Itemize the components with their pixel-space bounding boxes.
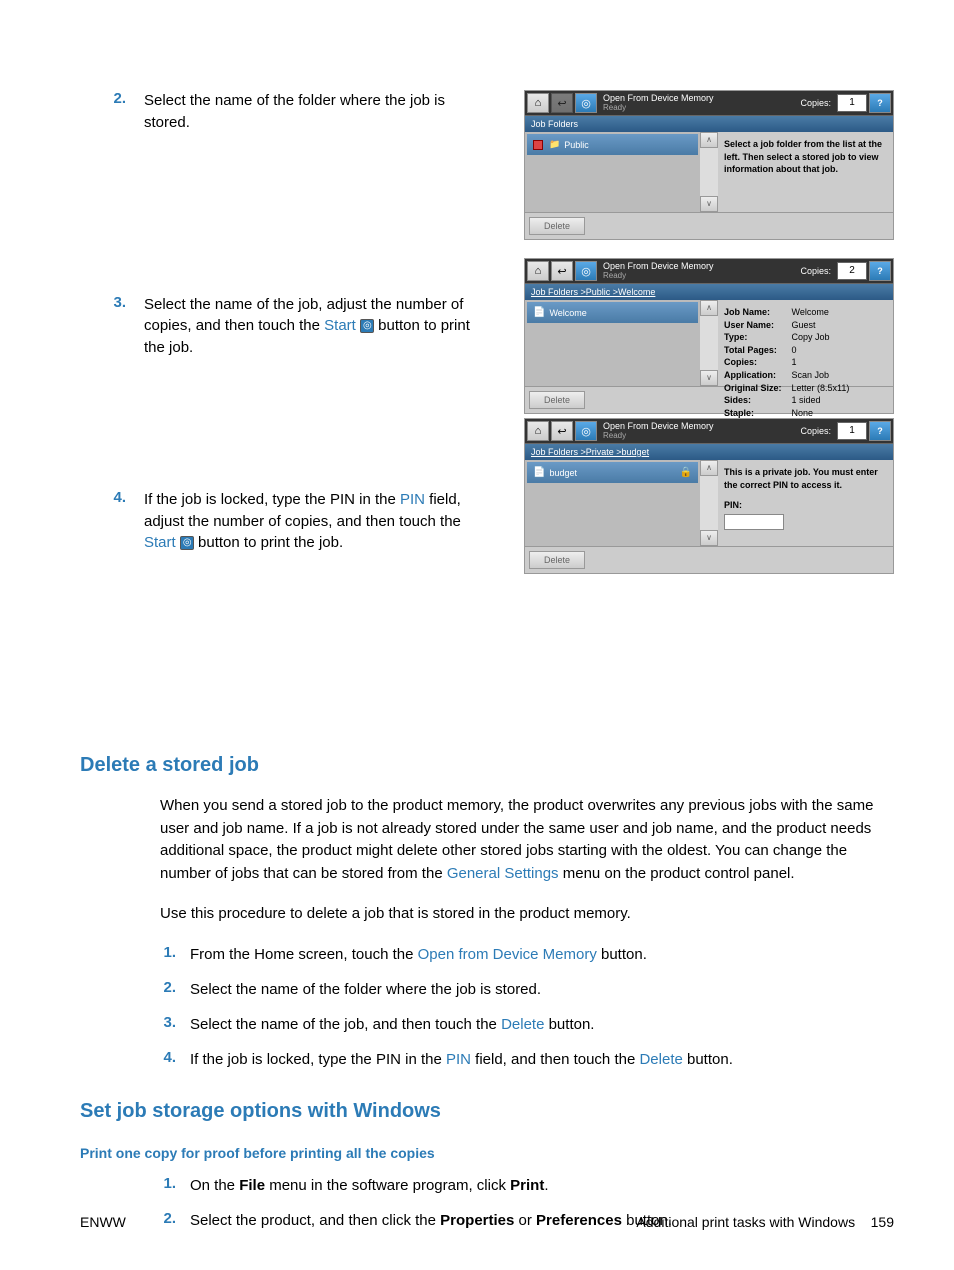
device-panel-3: ⌂ ↩ ◎ Open From Device MemoryReady Copie… (524, 418, 894, 574)
delete-button[interactable]: Delete (529, 391, 585, 409)
section-heading: Delete a stored job (80, 754, 894, 777)
folder-item[interactable]: 📁Public (527, 134, 698, 155)
footer-right: Additional print tasks with Windows 159 (636, 1214, 894, 1230)
device-panel-1: ⌂ ↩ ◎ Open From Device MemoryReady Copie… (524, 90, 894, 240)
job-item[interactable]: Welcome (527, 302, 698, 323)
copies-label: Copies: (800, 266, 831, 276)
step-num: 3. (104, 294, 144, 359)
info-text: Select a job folder from the list at the… (724, 138, 887, 206)
scrollbar[interactable]: ∧∨ (700, 300, 718, 386)
panel-title: Open From Device MemoryReady (603, 422, 798, 441)
start-icon (180, 536, 194, 550)
start-icon[interactable]: ◎ (575, 93, 597, 113)
back-icon[interactable]: ↩ (551, 93, 573, 113)
pin-input[interactable] (724, 514, 784, 530)
help-icon[interactable]: ? (869, 421, 891, 441)
list-item: 2.Select the name of the folder where th… (160, 979, 894, 1000)
start-icon[interactable]: ◎ (575, 421, 597, 441)
pin-label: PIN: (724, 499, 887, 512)
body-paragraph: Use this procedure to delete a job that … (160, 903, 894, 926)
help-icon[interactable]: ? (869, 93, 891, 113)
list-item: 3.Select the name of the job, and then t… (160, 1014, 894, 1035)
copies-input[interactable]: 2 (837, 262, 867, 280)
scrollbar[interactable]: ∧∨ (700, 460, 718, 546)
help-icon[interactable]: ? (869, 261, 891, 281)
breadcrumb[interactable]: Job Folders >Public >Welcome (525, 283, 893, 300)
delete-button[interactable]: Delete (529, 551, 585, 569)
step-num: 2. (104, 90, 144, 134)
start-icon[interactable]: ◎ (575, 261, 597, 281)
body-paragraph: When you send a stored job to the produc… (160, 795, 894, 885)
section-subheading: Print one copy for proof before printing… (80, 1145, 894, 1161)
footer-left: ENWW (80, 1214, 126, 1230)
list-item: 4.If the job is locked, type the PIN in … (160, 1049, 894, 1070)
step-text: Select the name of the job, adjust the n… (144, 294, 474, 359)
copies-label: Copies: (800, 98, 831, 108)
pin-message: This is a private job. You must enter th… (724, 466, 887, 491)
panel-title: Open From Device MemoryReady (603, 94, 798, 113)
home-icon[interactable]: ⌂ (527, 421, 549, 441)
copies-label: Copies: (800, 426, 831, 436)
start-icon (360, 319, 374, 333)
job-details: Job Name:User Name:Type:Total Pages:Copi… (718, 300, 893, 386)
home-icon[interactable]: ⌂ (527, 261, 549, 281)
panel-title: Open From Device MemoryReady (603, 262, 798, 281)
job-item[interactable]: budget🔒 (527, 462, 698, 483)
home-icon[interactable]: ⌂ (527, 93, 549, 113)
device-panel-2: ⌂ ↩ ◎ Open From Device MemoryReady Copie… (524, 258, 894, 414)
list-item: 1.From the Home screen, touch the Open f… (160, 944, 894, 965)
delete-button[interactable]: Delete (529, 217, 585, 235)
step-text: Select the name of the folder where the … (144, 90, 474, 134)
breadcrumb: Job Folders (525, 115, 893, 132)
section-heading: Set job storage options with Windows (80, 1100, 894, 1123)
back-icon[interactable]: ↩ (551, 261, 573, 281)
step-num: 4. (104, 489, 144, 554)
back-icon[interactable]: ↩ (551, 421, 573, 441)
list-item: 1.On the File menu in the software progr… (160, 1175, 894, 1196)
scrollbar[interactable]: ∧∨ (700, 132, 718, 212)
breadcrumb[interactable]: Job Folders >Private >budget (525, 443, 893, 460)
copies-input[interactable]: 1 (837, 94, 867, 112)
copies-input[interactable]: 1 (837, 422, 867, 440)
page-footer: ENWW Additional print tasks with Windows… (80, 1214, 894, 1230)
step-text: If the job is locked, type the PIN in th… (144, 489, 474, 554)
lock-icon: 🔒 (680, 467, 692, 478)
